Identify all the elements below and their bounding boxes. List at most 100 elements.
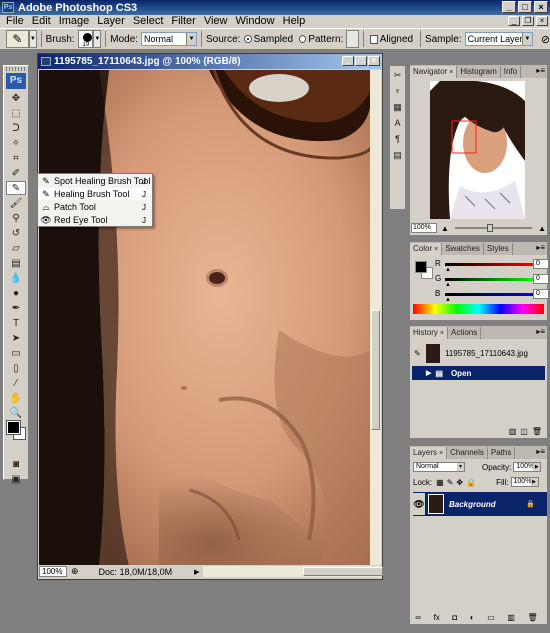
quick-mask-icon[interactable]: ◙ [6,457,26,471]
brushes-panel-icon[interactable]: ♆ [391,85,404,98]
status-menu-arrow[interactable]: ▶ [194,568,199,576]
doc-close-button[interactable]: × [536,16,548,26]
panel-menu-icon[interactable]: ▸≡ [536,66,545,75]
doc-minimize-button[interactable]: _ [508,16,520,26]
panel-menu-icon[interactable]: ▸≡ [536,243,545,252]
flyout-item-patch[interactable]: ⌓ Patch Tool J [38,201,152,213]
chevron-down-icon[interactable]: ▼ [28,30,37,48]
blue-value-field[interactable]: 0 [533,289,549,299]
layer-style-icon[interactable]: fx [434,613,440,623]
new-group-icon[interactable]: ▭ [487,613,495,623]
slider-knob[interactable]: ▲ [445,282,451,288]
pattern-picker[interactable] [346,30,359,48]
toolbox-grip[interactable] [6,67,26,71]
tab-swatches[interactable]: Swatches [442,243,484,255]
navigator-zoom-slider[interactable] [454,224,533,232]
zoom-in-icon[interactable]: ▲ [538,224,546,233]
source-pattern-radio[interactable] [299,35,307,43]
tab-info[interactable]: Info [500,66,522,78]
lock-transparency-icon[interactable]: ▦ [436,478,444,487]
adjustment-layer-icon[interactable]: ◐ [470,613,475,623]
create-snapshot-icon[interactable]: ◫ [520,427,528,437]
tool-preset-picker[interactable]: ✎ [6,30,29,48]
lock-image-icon[interactable]: ✎ [447,478,454,487]
flyout-item-healing-brush[interactable]: ✎ Healing Brush Tool J [38,188,152,200]
menu-window[interactable]: Window [232,15,279,28]
close-icon[interactable]: × [439,450,443,457]
tab-history[interactable]: History × [410,327,448,339]
gradient-tool-icon[interactable]: ▤ [6,256,26,270]
tab-actions[interactable]: Actions [447,327,482,339]
character-panel-icon[interactable]: A [391,117,404,130]
marquee-tool-icon[interactable]: ⬚ [6,106,26,120]
sample-select[interactable]: Current Layer ▼ [464,32,533,46]
menu-layer[interactable]: Layer [93,15,129,28]
menu-image[interactable]: Image [55,15,94,28]
blue-slider[interactable] [445,293,537,296]
menu-view[interactable]: View [200,15,232,28]
zoom-tool-icon[interactable]: 🔍 [6,406,26,420]
color-foreground-swatch[interactable] [415,261,427,273]
red-slider[interactable] [445,263,537,266]
close-icon[interactable]: × [449,69,453,76]
document-close-button[interactable]: × [368,56,380,66]
document-maximize-button[interactable]: □ [355,56,367,66]
zoom-out-icon[interactable]: ▲ [441,224,449,233]
history-brush-tool-icon[interactable]: ↺ [6,226,26,240]
screen-mode-icon[interactable]: ▣ [6,472,26,486]
close-icon[interactable]: × [434,246,438,253]
slice-tool-icon[interactable]: ✐ [6,166,26,180]
lock-position-icon[interactable]: ✥ [456,478,463,487]
history-brush-source-icon[interactable]: ✎ [414,349,421,358]
status-icon[interactable]: ⊕ [71,566,79,577]
close-button[interactable]: × [534,1,548,13]
brush-tool-icon[interactable]: 🖌 [6,196,26,210]
tab-channels[interactable]: Channels [447,447,488,459]
lock-all-icon[interactable]: 🔒 [466,478,476,487]
path-selection-tool-icon[interactable]: ➤ [6,331,26,345]
mode-select[interactable]: Normal ▼ [141,32,198,46]
close-icon[interactable]: × [440,330,444,337]
clone-source-panel-icon[interactable]: ▦ [391,101,404,114]
eraser-tool-icon[interactable]: ▱ [6,241,26,255]
tools-panel-icon[interactable]: ✂ [391,69,404,82]
lasso-tool-icon[interactable]: ᑐ [6,121,26,135]
menu-select[interactable]: Select [129,15,168,28]
document-minimize-button[interactable]: _ [342,56,354,66]
layer-mask-icon[interactable]: ◘ [452,613,457,623]
menu-file[interactable]: File [2,15,28,28]
fill-field[interactable]: 100% ▶ [510,477,539,487]
trash-icon[interactable]: 🗑 [528,613,538,623]
tab-paths[interactable]: Paths [487,447,516,459]
layer-background[interactable]: 👁 Background 🔒 [413,492,547,516]
opacity-field[interactable]: 100% ▶ [513,462,542,472]
flyout-item-spot-healing[interactable]: ✎ Spot Healing Brush Tool J [38,175,152,187]
menu-edit[interactable]: Edit [28,15,55,28]
history-step-open[interactable]: ▶ ▤ Open [412,366,545,380]
horizontal-scroll-thumb[interactable] [303,567,384,576]
tab-layers[interactable]: Layers × [410,447,448,459]
pen-tool-icon[interactable]: ✒ [6,301,26,315]
zoom-field[interactable]: 100% [39,566,67,577]
new-layer-icon[interactable]: ▥ [507,613,515,623]
move-tool-icon[interactable]: ✥ [6,91,26,105]
tab-histogram[interactable]: Histogram [457,66,501,78]
document-title-bar[interactable]: 1195785_17110643.jpg @ 100% (RGB/8) _ □ … [38,54,382,69]
history-snapshot[interactable]: ✎ 1195785_17110643.jpg [412,342,545,364]
flyout-item-red-eye[interactable]: 👁 Red Eye Tool J [38,214,152,226]
brush-dropdown-arrow[interactable]: ▼ [93,30,102,48]
panel-menu-icon[interactable]: ▸≡ [536,327,545,336]
tab-styles[interactable]: Styles [483,243,513,255]
dodge-tool-icon[interactable]: ● [6,286,26,300]
maximize-button[interactable]: □ [518,1,532,13]
eyedropper-tool-icon[interactable]: ⁄ [6,376,26,390]
minimize-button[interactable]: _ [502,1,516,13]
notes-tool-icon[interactable]: ▯ [6,361,26,375]
new-document-from-state-icon[interactable]: ▥ [509,427,517,437]
menu-help[interactable]: Help [279,15,310,28]
shape-tool-icon[interactable]: ▭ [6,346,26,360]
tab-navigator[interactable]: Navigator × [410,66,458,78]
doc-restore-button[interactable]: ❐ [522,16,534,26]
color-spectrum-ramp[interactable] [413,304,544,314]
link-layers-icon[interactable]: ∞ [415,613,421,623]
